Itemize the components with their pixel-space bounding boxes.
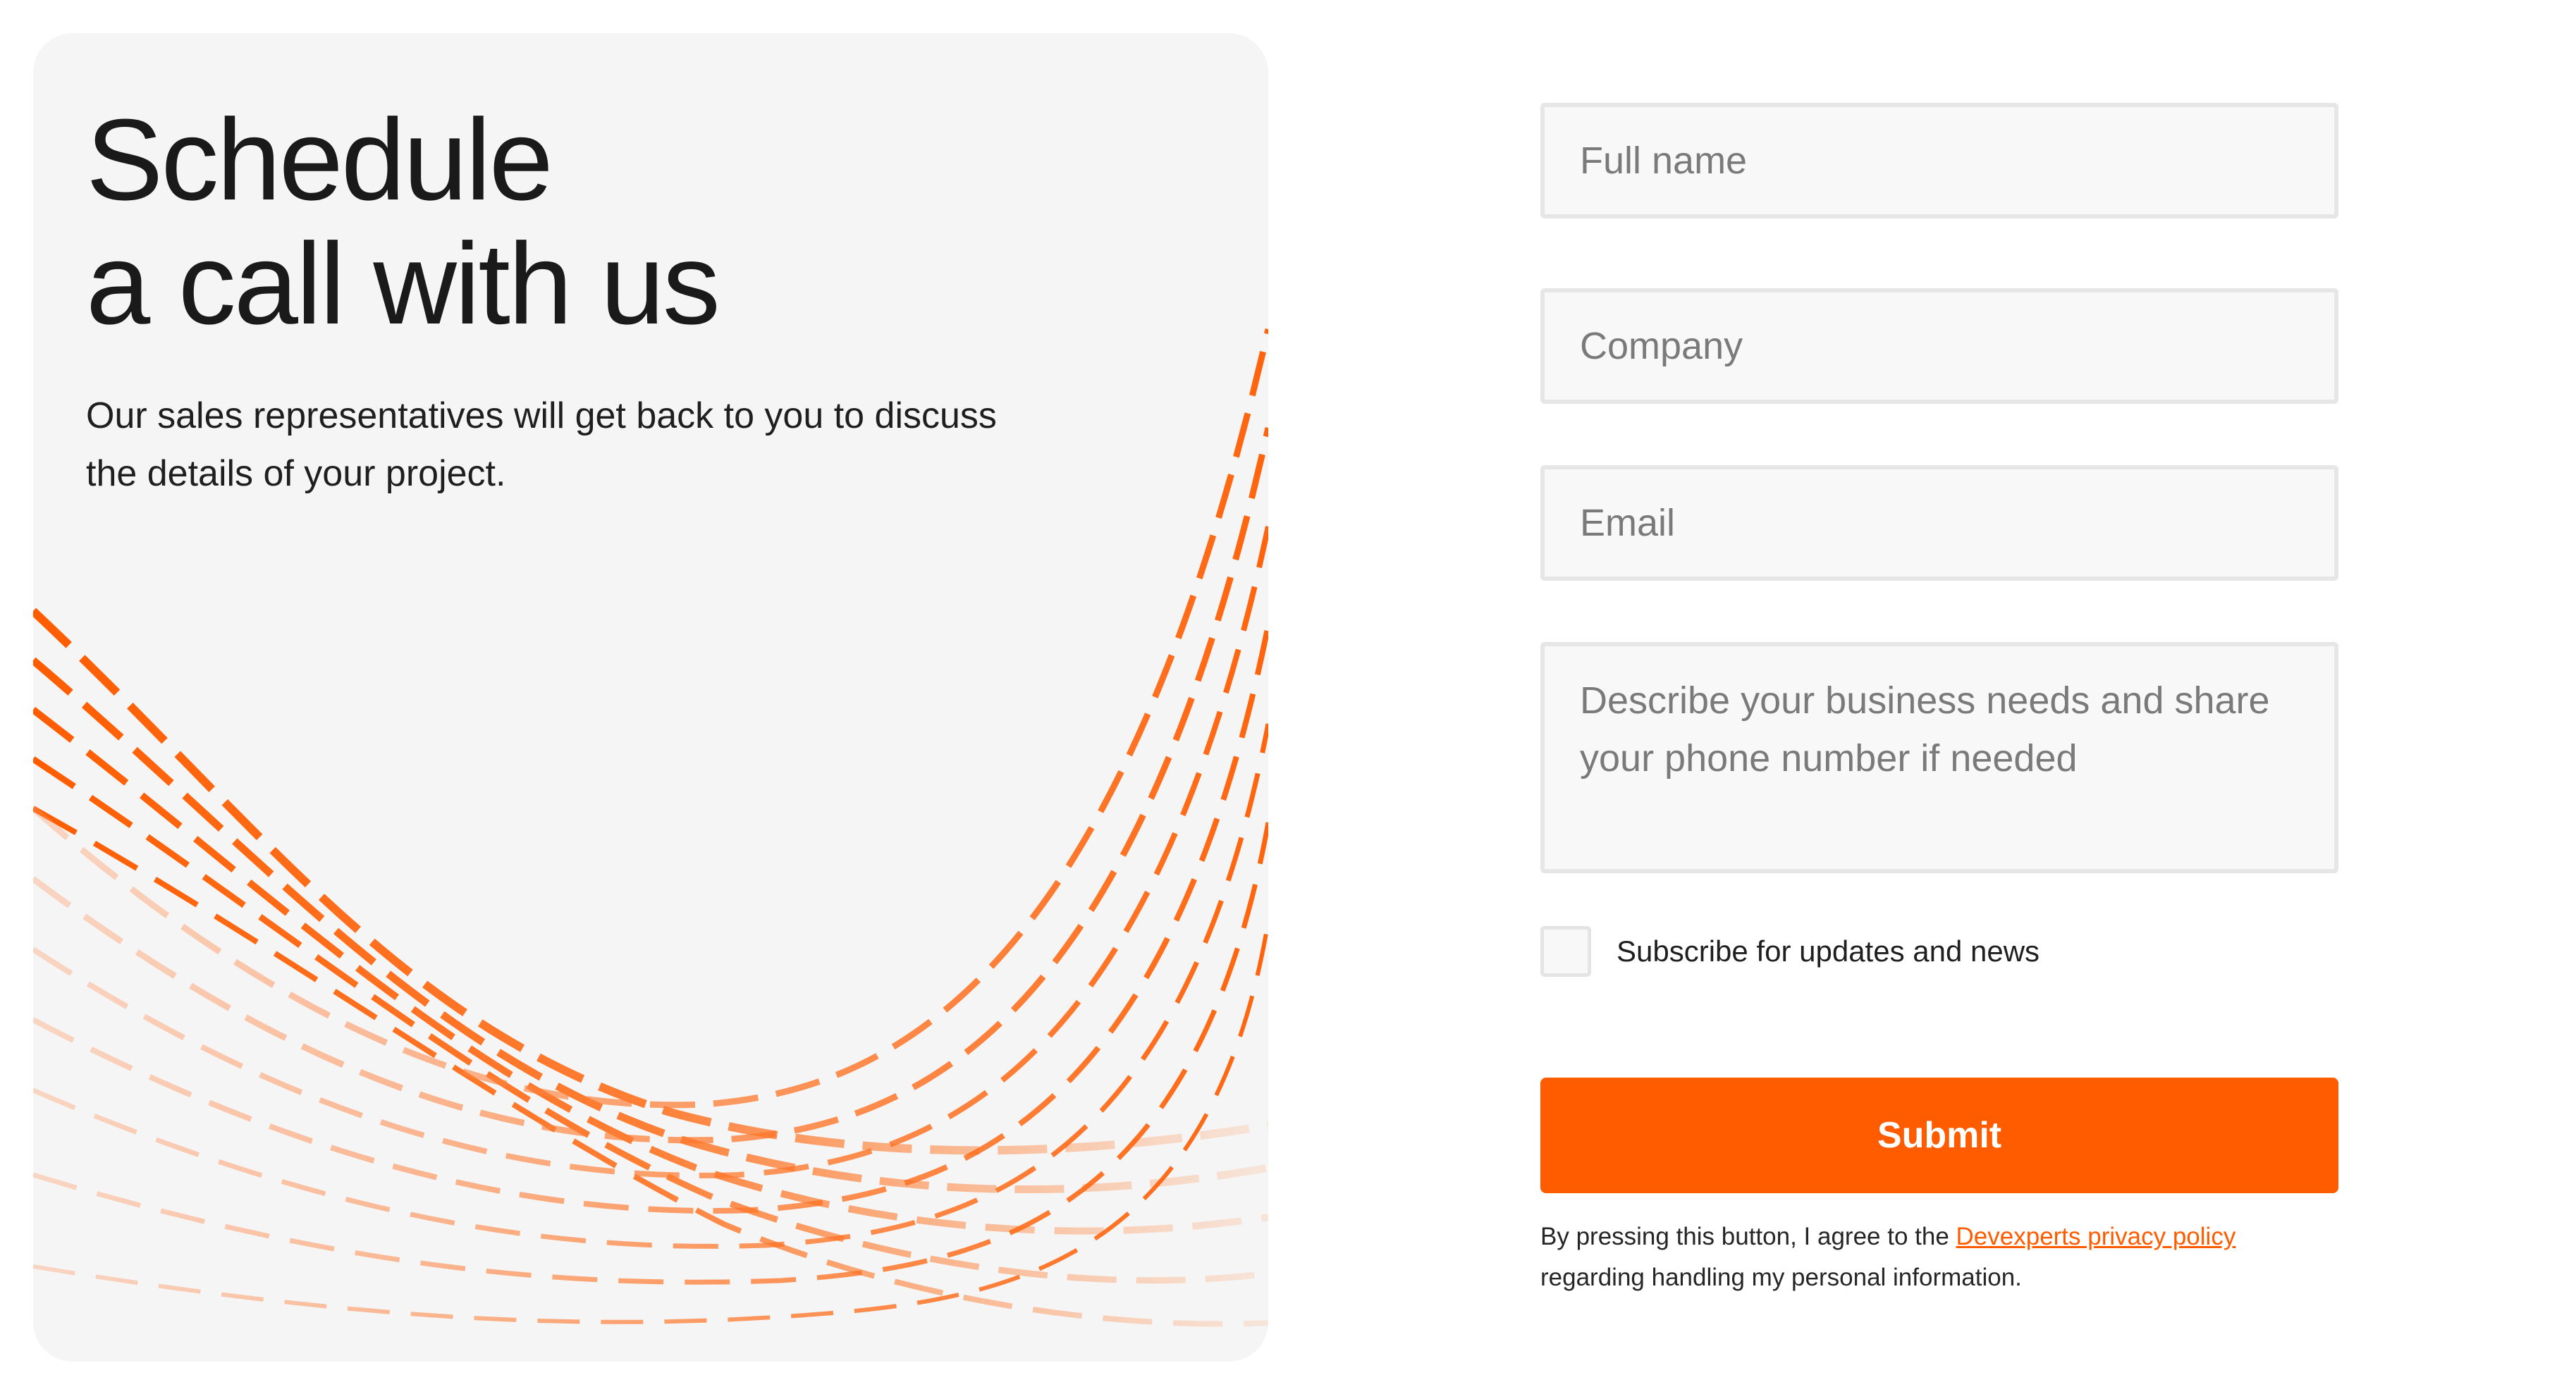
email-input[interactable] — [1540, 465, 2338, 581]
full-name-input[interactable] — [1540, 103, 2338, 218]
hero-card: Schedule a call with us Our sales repres… — [33, 33, 1268, 1362]
legal-notice: By pressing this button, I agree to the … — [1540, 1216, 2386, 1298]
legal-suffix: regarding handling my personal informati… — [1540, 1264, 2022, 1291]
company-input[interactable] — [1540, 288, 2338, 404]
submit-button[interactable]: Submit — [1540, 1078, 2338, 1193]
subscribe-option[interactable]: Subscribe for updates and news — [1540, 926, 2040, 977]
privacy-policy-link[interactable]: Devexperts privacy policy — [1956, 1223, 2236, 1250]
subscribe-label: Subscribe for updates and news — [1617, 935, 2040, 968]
description-textarea[interactable] — [1540, 642, 2338, 873]
page-title: Schedule a call with us — [86, 95, 720, 348]
legal-prefix: By pressing this button, I agree to the — [1540, 1223, 1956, 1250]
hero-subtitle: Our sales representatives will get back … — [86, 395, 997, 494]
title-line-1: Schedule — [86, 95, 553, 224]
title-line-2: a call with us — [86, 219, 720, 348]
subscribe-checkbox[interactable] — [1540, 926, 1591, 977]
